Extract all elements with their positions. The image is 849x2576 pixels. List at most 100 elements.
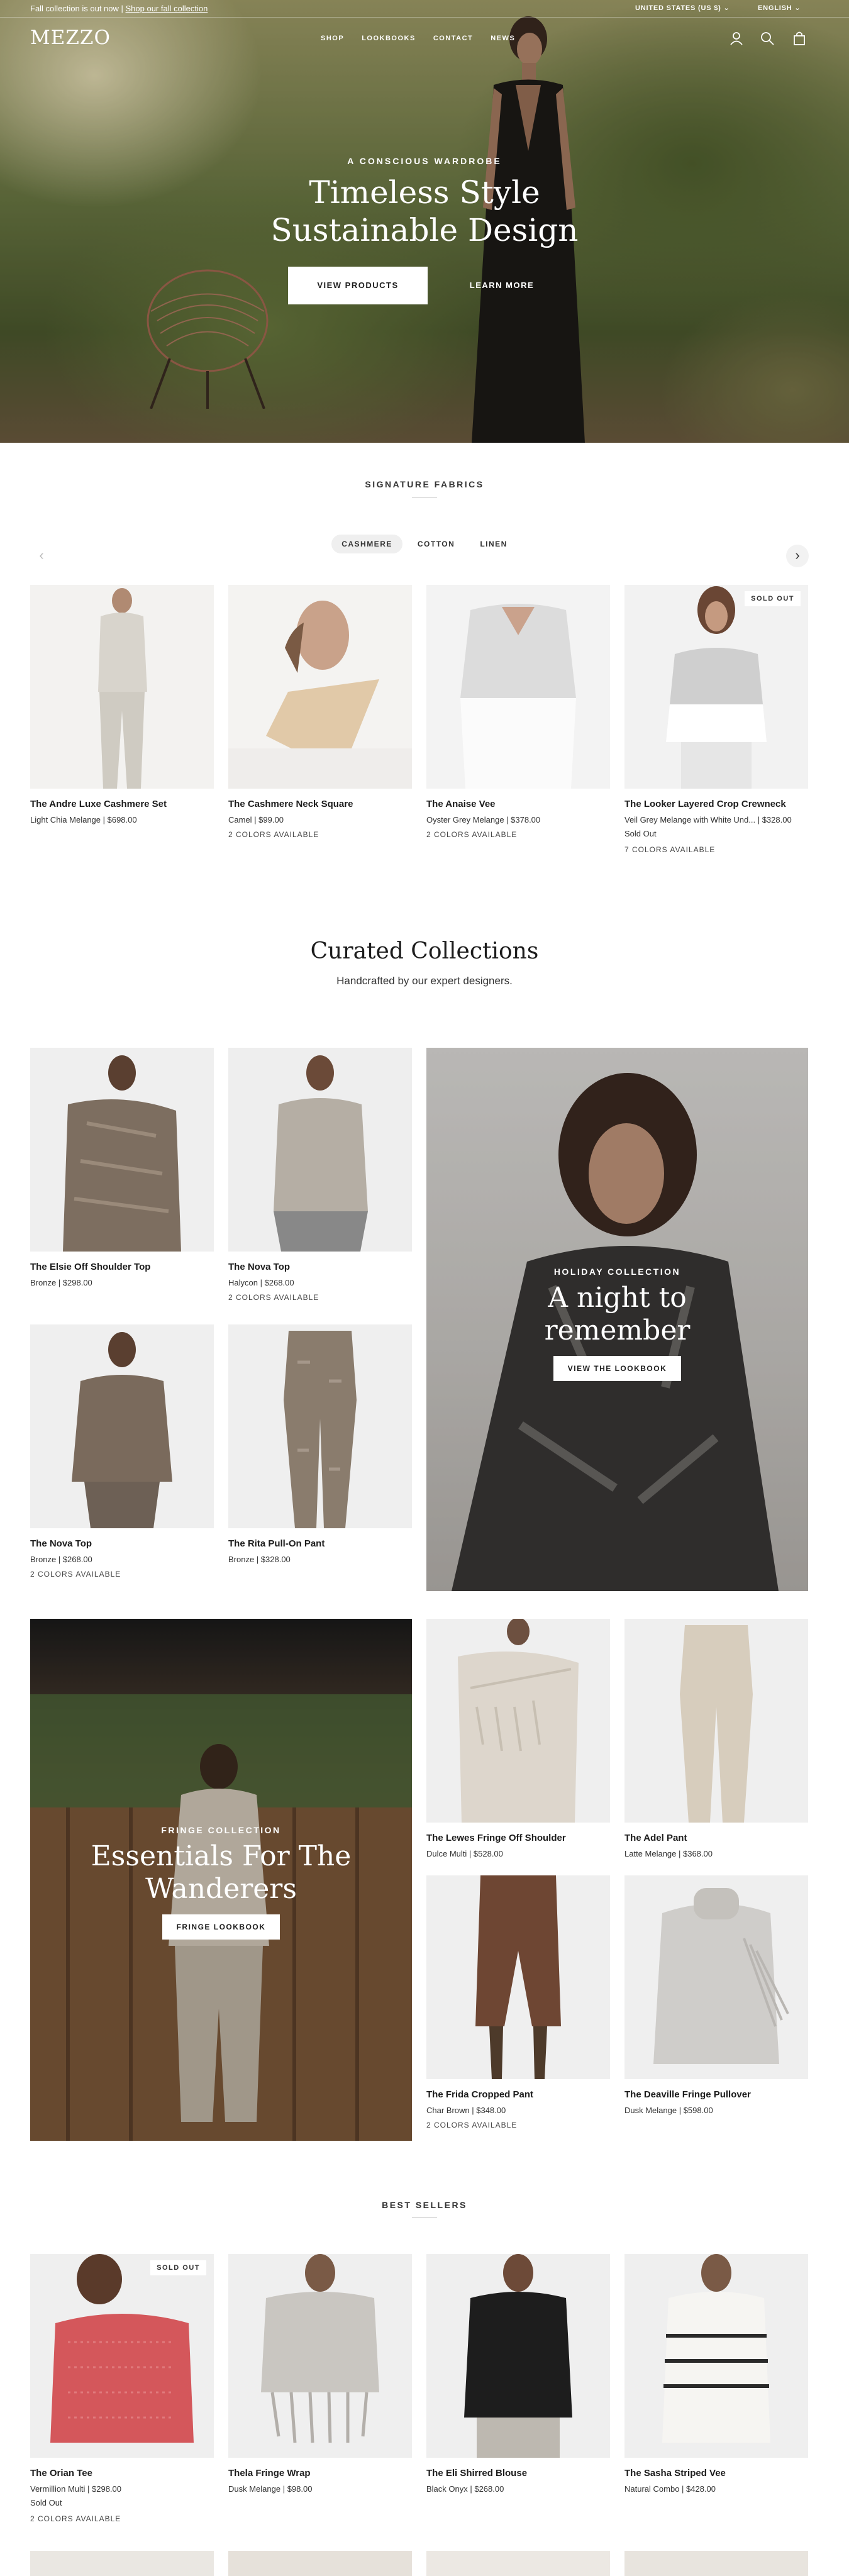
product-image[interactable] (228, 1048, 412, 1252)
product-image[interactable] (624, 1875, 808, 2079)
nav-item-news[interactable]: NEWS (491, 35, 515, 42)
hero-buttons: VIEW PRODUCTS LEARN MORE (288, 267, 565, 304)
fringe-lookbook-button[interactable]: FRINGE LOOKBOOK (162, 1914, 280, 1940)
holiday-kicker: HOLIDAY COLLECTION (553, 1267, 681, 1277)
sold-out-text: Sold Out (624, 829, 657, 838)
colors-available: 2 COLORS AVAILABLE (426, 2121, 518, 2129)
view-lookbook-button[interactable]: VIEW THE LOOKBOOK (553, 1356, 681, 1381)
country-selector[interactable]: UNITED STATES (US $) ⌄ (635, 4, 730, 12)
chevron-down-icon: ⌄ (723, 4, 730, 12)
product-price: Natural Combo | $428.00 (624, 2484, 716, 2494)
product-image[interactable] (426, 1875, 610, 2079)
product-title[interactable]: The Andre Luxe Cashmere Set (30, 799, 167, 809)
hero-title-line1: Timeless Style (309, 174, 540, 211)
view-products-button[interactable]: VIEW PRODUCTS (288, 267, 428, 304)
product-image[interactable] (426, 2254, 610, 2458)
product-title[interactable]: The Lewes Fringe Off Shoulder (426, 1833, 566, 1843)
product-price: Oyster Grey Melange | $378.00 (426, 815, 541, 824)
product-title[interactable]: The Orian Tee (30, 2468, 92, 2479)
product-image[interactable] (426, 585, 610, 789)
product-price: Black Onyx | $268.00 (426, 2484, 504, 2494)
product-title[interactable]: The Rita Pull-On Pant (228, 1538, 325, 1549)
product-image-peek[interactable] (624, 2551, 808, 2576)
tab-cashmere[interactable]: CASHMERE (331, 535, 402, 553)
product-title[interactable]: The Nova Top (228, 1262, 290, 1272)
colors-available: 2 COLORS AVAILABLE (426, 830, 518, 839)
colors-available: 2 COLORS AVAILABLE (228, 1293, 319, 1302)
announcement-bar: Fall collection is out now | Shop our fa… (0, 0, 849, 18)
product-image[interactable] (30, 1324, 214, 1528)
product-image[interactable] (30, 585, 214, 789)
product-image[interactable] (624, 2254, 808, 2458)
product-title[interactable]: The Frida Cropped Pant (426, 2089, 533, 2100)
announcement-text: Fall collection is out now | Shop our fa… (30, 4, 208, 13)
holiday-collection-promo[interactable]: HOLIDAY COLLECTION A night to remember V… (426, 1048, 808, 1591)
product-price: Bronze | $328.00 (228, 1555, 291, 1564)
language-selector[interactable]: ENGLISH ⌄ (758, 4, 801, 12)
carousel-prev-arrow-icon[interactable]: ‹ (30, 545, 53, 567)
tab-linen[interactable]: LINEN (470, 535, 518, 553)
product-price: Halycon | $268.00 (228, 1278, 294, 1287)
product-price: Dusk Melange | $98.00 (228, 2484, 313, 2494)
product-image[interactable] (426, 1619, 610, 1823)
product-price: Light Chia Melange | $698.00 (30, 815, 137, 824)
product-title[interactable]: The Anaise Vee (426, 799, 496, 809)
product-image-peek[interactable] (30, 2551, 214, 2576)
nav-item-lookbooks[interactable]: LOOKBOOKS (362, 35, 416, 42)
tab-cotton[interactable]: COTTON (408, 535, 465, 553)
product-image[interactable]: SOLD OUT (624, 585, 808, 789)
hero-copy: A CONSCIOUS WARDROBE Timeless Style Sust… (0, 156, 849, 249)
learn-more-button[interactable]: LEARN MORE (458, 267, 546, 304)
product-image[interactable] (228, 585, 412, 789)
product-price: Veil Grey Melange with White Und... | $3… (624, 815, 792, 824)
product-price: Bronze | $298.00 (30, 1278, 92, 1287)
fringe-kicker: FRINGE COLLECTION (161, 1825, 281, 1835)
section-subtitle-curated: Handcrafted by our expert designers. (336, 975, 513, 987)
carousel-next-arrow-icon[interactable]: › (786, 545, 809, 567)
fringe-collection-promo[interactable]: FRINGE COLLECTION Essentials For The Wan… (30, 1619, 412, 2141)
colors-available: 2 COLORS AVAILABLE (30, 2514, 121, 2523)
product-title[interactable]: The Adel Pant (624, 1833, 687, 1843)
colors-available: 2 COLORS AVAILABLE (30, 1570, 121, 1579)
product-title[interactable]: Thela Fringe Wrap (228, 2468, 311, 2479)
product-image[interactable] (624, 1619, 808, 1823)
product-title[interactable]: The Cashmere Neck Square (228, 799, 353, 809)
nav-menu: SHOP LOOKBOOKS CONTACT NEWS (321, 35, 515, 42)
hero-title-line2: Sustainable Design (270, 212, 579, 248)
holiday-title-line1: A night to (548, 1282, 687, 1314)
product-title[interactable]: The Nova Top (30, 1538, 92, 1549)
product-image[interactable] (228, 1324, 412, 1528)
product-image[interactable]: SOLD OUT (30, 2254, 214, 2458)
colors-available: 7 COLORS AVAILABLE (624, 845, 716, 854)
product-price: Dulce Multi | $528.00 (426, 1849, 503, 1858)
product-price: Dusk Melange | $598.00 (624, 2106, 713, 2115)
product-title[interactable]: The Elsie Off Shoulder Top (30, 1262, 150, 1272)
product-title[interactable]: The Looker Layered Crop Crewneck (624, 799, 786, 809)
product-title[interactable]: The Sasha Striped Vee (624, 2468, 726, 2479)
announcement-link[interactable]: Shop our fall collection (126, 4, 208, 13)
nav-item-shop[interactable]: SHOP (321, 35, 344, 42)
account-icon[interactable] (728, 30, 745, 47)
fringe-title-line2: Wanderers (145, 1873, 297, 1905)
product-price: Camel | $99.00 (228, 815, 284, 824)
product-image[interactable] (228, 2254, 412, 2458)
section-title-signature: SIGNATURE FABRICS (365, 479, 484, 489)
product-image-peek[interactable] (228, 2551, 412, 2576)
cart-icon[interactable] (791, 30, 807, 47)
brand-logo[interactable]: MEZZO (30, 26, 111, 49)
holiday-title-line2: remember (544, 1314, 691, 1346)
sold-out-badge: SOLD OUT (745, 591, 801, 606)
product-price: Char Brown | $348.00 (426, 2106, 506, 2115)
product-image[interactable] (30, 1048, 214, 1252)
product-price: Latte Melange | $368.00 (624, 1849, 713, 1858)
sold-out-badge: SOLD OUT (150, 2260, 206, 2275)
hero-kicker: A CONSCIOUS WARDROBE (347, 156, 502, 166)
product-price: Bronze | $268.00 (30, 1555, 92, 1564)
search-icon[interactable] (759, 30, 775, 47)
chevron-down-icon: ⌄ (794, 4, 801, 12)
section-title-curated: Curated Collections (310, 938, 539, 964)
product-title[interactable]: The Deaville Fringe Pullover (624, 2089, 751, 2100)
product-title[interactable]: The Eli Shirred Blouse (426, 2468, 527, 2479)
nav-item-contact[interactable]: CONTACT (433, 35, 473, 42)
product-image-peek[interactable] (426, 2551, 610, 2576)
